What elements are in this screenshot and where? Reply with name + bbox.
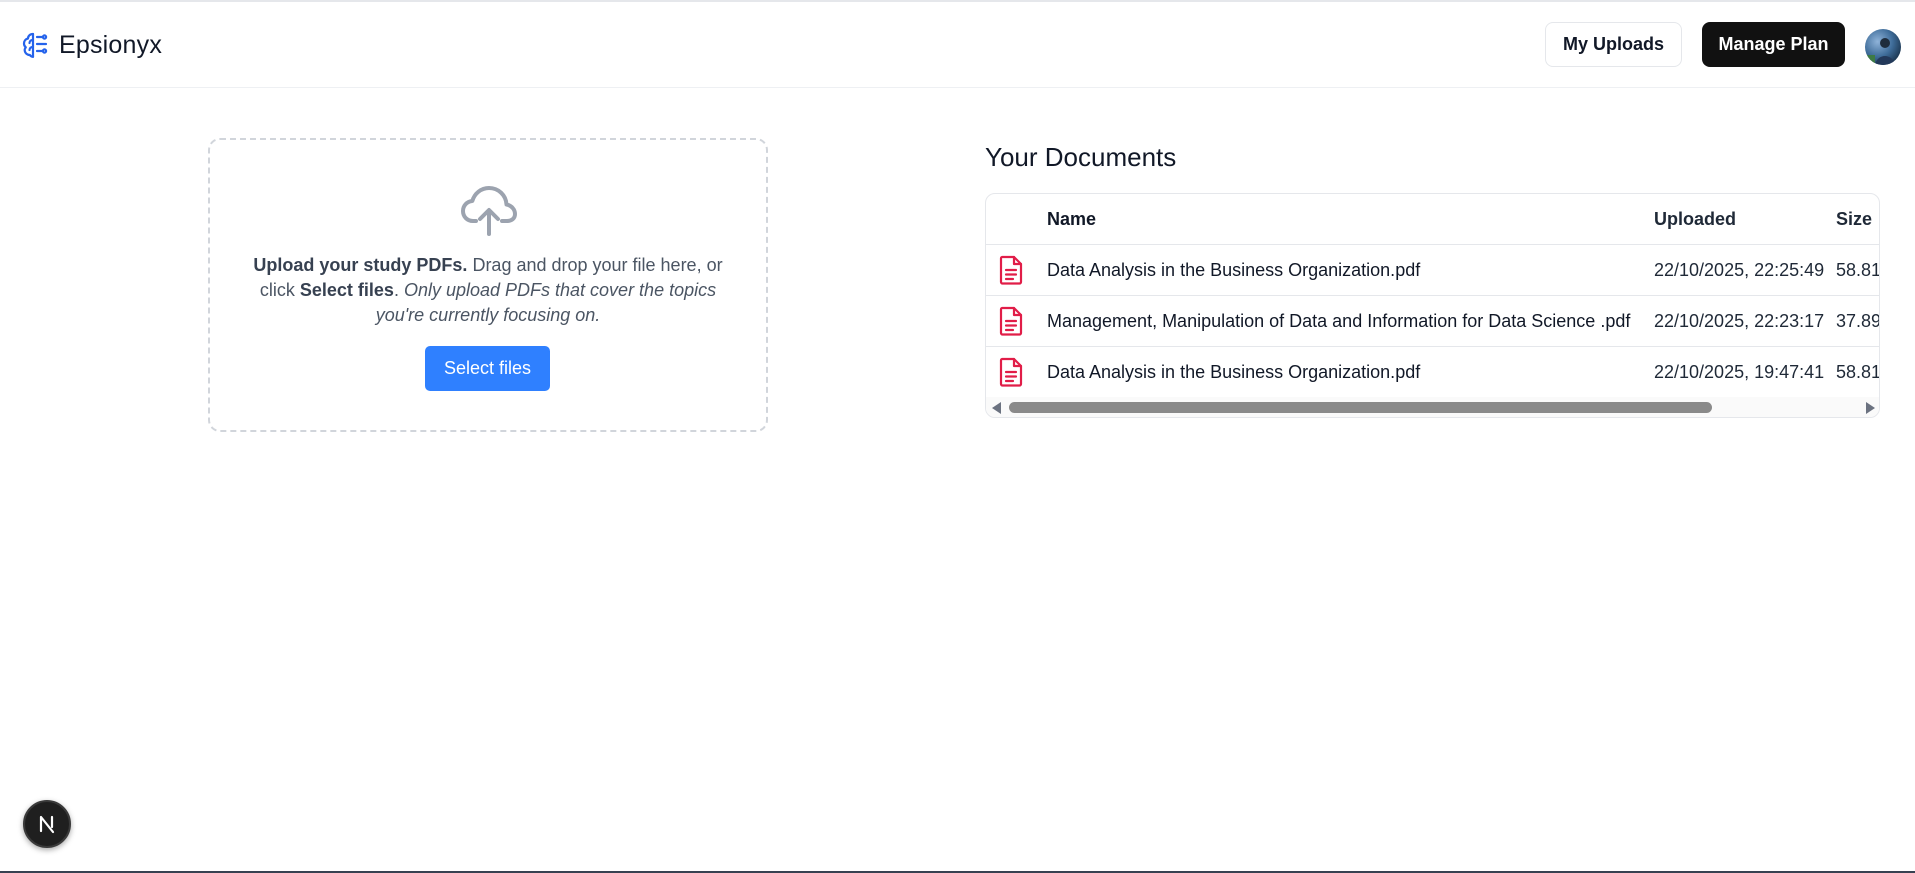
row-size: 37.89 [1836, 310, 1880, 331]
manage-plan-button[interactable]: Manage Plan [1702, 22, 1845, 67]
upload-dropzone[interactable]: Upload your study PDFs. Drag and drop yo… [208, 138, 768, 432]
select-files-button[interactable]: Select files [425, 346, 550, 391]
upload-text-2: . [393, 280, 404, 300]
row-uploaded: 22/10/2025, 22:25:49 [1654, 259, 1825, 280]
upload-lead: Upload your study PDFs. [253, 255, 468, 275]
column-header-uploaded[interactable]: Uploaded [1654, 194, 1736, 244]
row-uploaded: 22/10/2025, 19:47:41 [1654, 361, 1825, 382]
pdf-file-icon [999, 357, 1023, 387]
row-name[interactable]: Data Analysis in the Business Organizati… [1047, 245, 1420, 295]
avatar-image-icon [1865, 38, 1895, 65]
row-icon-cell [998, 245, 1028, 295]
upload-select-hint: Select files [299, 280, 394, 300]
scrollbar-thumb[interactable] [1009, 402, 1712, 413]
documents-table: Name Uploaded Size Data Analysis in the … [985, 193, 1880, 418]
row-uploaded: 22/10/2025, 22:23:17 [1654, 310, 1825, 331]
pdf-file-icon [999, 306, 1023, 336]
nextjs-dev-badge[interactable] [23, 800, 71, 848]
table-row[interactable]: Management, Manipulation of Data and Inf… [986, 296, 1880, 347]
row-name[interactable]: Management, Manipulation of Data and Inf… [1047, 296, 1630, 346]
cloud-upload-icon [461, 186, 517, 236]
pdf-file-icon [999, 255, 1023, 285]
row-icon-cell [998, 296, 1028, 346]
column-header-name[interactable]: Name [1047, 194, 1096, 244]
scroll-left-arrow-icon[interactable] [992, 402, 1001, 414]
row-size: 58.81 [1836, 361, 1880, 382]
app-header: Epsionyx My Uploads Manage Plan [0, 2, 1915, 88]
row-name[interactable]: Data Analysis in the Business Organizati… [1047, 347, 1420, 397]
my-uploads-button[interactable]: My Uploads [1545, 22, 1682, 67]
documents-title: Your Documents [985, 142, 1177, 172]
table-row[interactable]: Data Analysis in the Business Organizati… [986, 245, 1880, 296]
row-icon-cell [998, 347, 1028, 397]
upload-note: Only upload PDFs that cover the topics y… [375, 280, 717, 325]
row-size: 58.81 [1836, 259, 1880, 280]
horizontal-scrollbar[interactable] [986, 397, 1879, 417]
brand[interactable]: Epsionyx [20, 30, 162, 60]
column-header-size[interactable]: Size [1836, 194, 1872, 244]
user-avatar[interactable] [1865, 29, 1901, 65]
nextjs-icon [39, 815, 55, 834]
scroll-right-arrow-icon[interactable] [1866, 402, 1875, 414]
brand-name: Epsionyx [59, 30, 163, 59]
table-row[interactable]: Data Analysis in the Business Organizati… [986, 347, 1880, 398]
table-header: Name Uploaded Size [986, 194, 1879, 245]
brain-logo-icon [22, 32, 48, 58]
upload-instructions: Upload your study PDFs. Drag and drop yo… [250, 253, 726, 328]
